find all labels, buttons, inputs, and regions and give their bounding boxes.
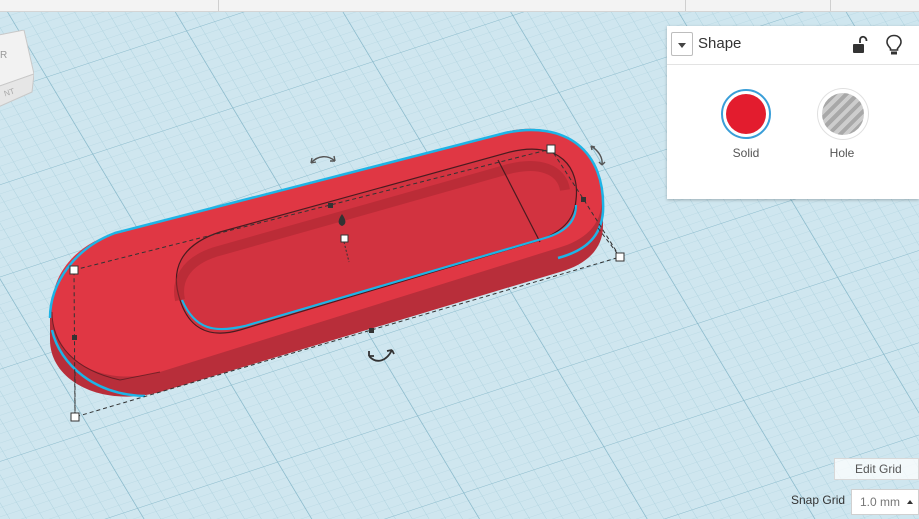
top-toolbar [0,0,919,12]
toolbar-separator [830,0,831,11]
solid-color-swatch[interactable] [721,89,771,139]
toolbar-separator [685,0,686,11]
edit-grid-button[interactable]: Edit Grid [834,458,919,480]
edge-handle[interactable] [328,203,333,208]
corner-handle[interactable] [70,412,80,422]
snap-grid-label: Snap Grid [791,493,846,507]
hole-swatch[interactable] [818,89,868,139]
toolbar-separator [218,0,219,11]
hole-label: Hole [829,146,855,160]
unlock-icon[interactable] [851,35,869,55]
hole-pattern-fill [822,93,864,135]
snap-grid-select[interactable]: 1.0 mm [851,489,919,515]
corner-handle[interactable] [615,252,625,262]
chevron-up-icon [907,500,913,504]
edge-handle[interactable] [369,328,374,333]
height-handle[interactable] [340,234,349,243]
panel-header: Shape [667,26,919,65]
panel-title: Shape [698,35,742,52]
view-cube[interactable]: R NT [0,29,35,108]
edge-handle[interactable] [72,335,77,340]
shape-panel: Shape Solid Hole [667,26,919,199]
view-cube-top-letter: R [0,50,8,61]
corner-handle[interactable] [69,265,79,275]
chevron-down-icon [678,43,686,48]
edge-handle[interactable] [581,197,586,202]
snap-grid-value: 1.0 mm [860,495,901,509]
lightbulb-icon[interactable] [885,34,903,56]
collapse-button[interactable] [671,32,693,56]
solid-color-fill [726,94,766,134]
solid-label: Solid [732,146,760,160]
corner-handle[interactable] [546,144,556,154]
